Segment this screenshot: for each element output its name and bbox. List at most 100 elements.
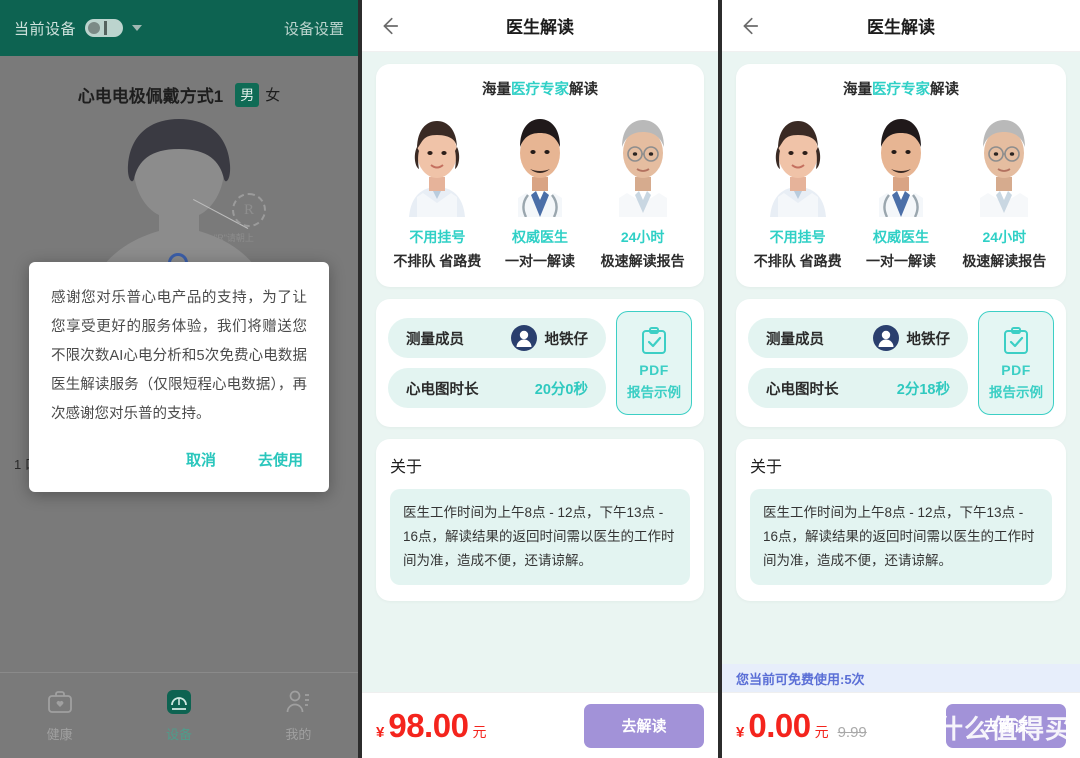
promo-heading-highlight-2: 医疗专家 <box>511 82 569 98</box>
duration-value-2: 20分0秒 <box>534 381 588 398</box>
dialog-message: 感谢您对乐普心电产品的支持，为了让您享受更好的服务体验，我们将赠送您不限次数AI… <box>51 290 307 422</box>
original-price-3: 9.99 <box>837 723 867 741</box>
promo-title-1-2: 不用挂号 <box>409 229 466 245</box>
currency-symbol-2: ¥ <box>376 723 385 741</box>
nav-bar-3: 医生解读 <box>722 0 1080 52</box>
duration-label-3: 心电图时长 <box>766 381 839 398</box>
about-card-3: 关于 医生工作时间为上午8点 - 12点，下午13点 - 16点，解读结果的返回… <box>736 439 1066 601</box>
tab-health[interactable]: 健康 <box>0 688 119 743</box>
go-interpret-button-2[interactable]: 去解读 <box>584 703 704 748</box>
promo-heading-prefix-3: 海量 <box>843 82 872 98</box>
back-arrow-icon[interactable] <box>378 15 400 37</box>
promo-subtitle-3-2: 极速解读报告 <box>600 253 685 269</box>
senior-doctor-photo <box>956 107 1053 217</box>
promo-column-1-3: 不用挂号 不排队 省路费 <box>748 107 848 271</box>
paybar-2: ¥ 98.00 元 去解读 <box>362 692 718 758</box>
panel-device-screen: 当前设备 设备设置 心电电极佩戴方式1 男 女 R "R"请朝上 1 口 感谢您… <box>0 0 358 758</box>
promo-title-2-3: 权威医生 <box>872 229 929 245</box>
tab-profile[interactable]: 我的 <box>239 688 358 743</box>
pdf-label-line1-2: PDF <box>639 361 669 378</box>
promo-title-2-2: 权威医生 <box>511 229 568 245</box>
health-bag-icon <box>47 691 72 713</box>
go-interpret-button-3[interactable]: 去解读 <box>946 703 1066 748</box>
back-arrow-icon[interactable] <box>738 15 760 37</box>
tab-profile-label: 我的 <box>285 727 312 742</box>
clipboard-check-icon <box>1004 326 1028 354</box>
promo-subtitle-1-3: 不排队 省路费 <box>753 253 842 269</box>
nav-bar-2: 医生解读 <box>362 0 718 52</box>
male-doctor-photo <box>852 107 949 217</box>
pdf-label-line1-3: PDF <box>1001 361 1031 378</box>
tab-device[interactable]: 设备 <box>119 688 238 743</box>
measurement-card-3: 测量成员 地铁仔 心电图时长 2分18秒 PDF 报告示例 <box>736 299 1066 427</box>
content-3: 海量医疗专家解读 不用挂号 不排队 省路费 权威医生 一对一解读 24小时 极速… <box>722 52 1080 758</box>
paybar-3: ¥ 0.00 元 9.99 去解读 <box>722 692 1080 758</box>
promo-card-2: 海量医疗专家解读 不用挂号 不排队 省路费 权威医生 一对一解读 24小时 极速… <box>376 64 704 287</box>
promo-title-3-3: 24小时 <box>982 229 1027 245</box>
promo-heading-3: 海量医疗专家解读 <box>746 78 1056 99</box>
female-doctor-photo <box>389 107 486 217</box>
free-usage-banner: 您当前可免费使用:5次 <box>722 664 1080 692</box>
senior-doctor-photo <box>594 107 691 217</box>
duration-row-2: 心电图时长 20分0秒 <box>388 368 606 408</box>
member-value-3: 地铁仔 <box>906 331 951 348</box>
panel-doctor-interpretation-paid: 医生解读 海量医疗专家解读 不用挂号 不排队 省路费 权威医生 一对一解读 24… <box>362 0 718 758</box>
price-block-3: ¥ 0.00 元 9.99 <box>736 707 867 745</box>
about-body-3: 医生工作时间为上午8点 - 12点，下午13点 - 16点，解读结果的返回时间需… <box>750 489 1052 585</box>
about-card-2: 关于 医生工作时间为上午8点 - 12点，下午13点 - 16点，解读结果的返回… <box>376 439 704 601</box>
nav-title-3: 医生解读 <box>867 18 935 37</box>
measurement-card-2: 测量成员 地铁仔 心电图时长 20分0秒 PDF 报告示例 <box>376 299 704 427</box>
promo-title-1-3: 不用挂号 <box>769 229 826 245</box>
member-label-3: 测量成员 <box>766 331 824 348</box>
price-unit-3: 元 <box>814 723 829 740</box>
profile-icon <box>286 690 310 713</box>
user-avatar-icon <box>510 325 537 351</box>
promo-column-2-3: 权威医生 一对一解读 <box>851 107 951 271</box>
price-value-2: 98.00 <box>388 706 469 744</box>
about-title-3: 关于 <box>750 459 783 476</box>
member-label-2: 测量成员 <box>406 331 464 348</box>
promo-subtitle-3-3: 极速解读报告 <box>962 253 1047 269</box>
promo-column-3-2: 24小时 极速解读报告 <box>593 107 693 271</box>
promo-heading-suffix-3: 解读 <box>930 82 959 98</box>
content-2: 海量医疗专家解读 不用挂号 不排队 省路费 权威医生 一对一解读 24小时 极速… <box>362 52 718 758</box>
promo-heading-suffix-2: 解读 <box>569 82 598 98</box>
about-title-2: 关于 <box>390 459 423 476</box>
pdf-label-line2-3: 报告示例 <box>989 384 1043 400</box>
tab-device-label: 设备 <box>165 727 192 742</box>
tab-health-label: 健康 <box>46 727 73 742</box>
price-block-2: ¥ 98.00 元 <box>376 707 486 745</box>
clipboard-check-icon <box>642 326 666 354</box>
promo-column-2-2: 权威医生 一对一解读 <box>490 107 590 271</box>
promo-subtitle-2-3: 一对一解读 <box>865 253 936 269</box>
currency-symbol-3: ¥ <box>736 723 745 741</box>
promo-column-3-3: 24小时 极速解读报告 <box>954 107 1054 271</box>
screenshot-root: 当前设备 设备设置 心电电极佩戴方式1 男 女 R "R"请朝上 1 口 感谢您… <box>0 0 1080 758</box>
duration-row-3: 心电图时长 2分18秒 <box>748 368 968 408</box>
pdf-sample-report-button-3[interactable]: PDF 报告示例 <box>978 311 1054 415</box>
bottom-tabbar: 健康 设备 我的 <box>0 672 358 758</box>
promo-heading-2: 海量医疗专家解读 <box>386 78 694 99</box>
pdf-label-line2-2: 报告示例 <box>627 384 681 400</box>
dialog-confirm-button[interactable]: 去使用 <box>258 449 303 470</box>
price-unit-2: 元 <box>472 723 487 740</box>
dialog-cancel-button[interactable]: 取消 <box>186 449 216 470</box>
promo-card-3: 海量医疗专家解读 不用挂号 不排队 省路费 权威医生 一对一解读 24小时 极速… <box>736 64 1066 287</box>
female-doctor-photo <box>749 107 846 217</box>
promo-subtitle-1-2: 不排队 省路费 <box>393 253 482 269</box>
promo-heading-prefix-2: 海量 <box>482 82 511 98</box>
free-usage-text: 您当前可免费使用:5次 <box>736 671 865 687</box>
promo-column-1-2: 不用挂号 不排队 省路费 <box>387 107 487 271</box>
price-value-3: 0.00 <box>748 706 811 744</box>
gift-dialog: 感谢您对乐普心电产品的支持，为了让您享受更好的服务体验，我们将赠送您不限次数AI… <box>29 262 329 492</box>
promo-subtitle-2-2: 一对一解读 <box>504 253 575 269</box>
member-row-3[interactable]: 测量成员 地铁仔 <box>748 318 968 358</box>
pdf-sample-report-button-2[interactable]: PDF 报告示例 <box>616 311 692 415</box>
member-row-2[interactable]: 测量成员 地铁仔 <box>388 318 606 358</box>
duration-value-3: 2分18秒 <box>896 381 950 398</box>
duration-label-2: 心电图时长 <box>406 381 479 398</box>
about-body-2: 医生工作时间为上午8点 - 12点，下午13点 - 16点，解读结果的返回时间需… <box>390 489 690 585</box>
user-avatar-icon <box>872 325 899 351</box>
promo-heading-highlight-3: 医疗专家 <box>872 82 930 98</box>
promo-title-3-2: 24小时 <box>620 229 665 245</box>
